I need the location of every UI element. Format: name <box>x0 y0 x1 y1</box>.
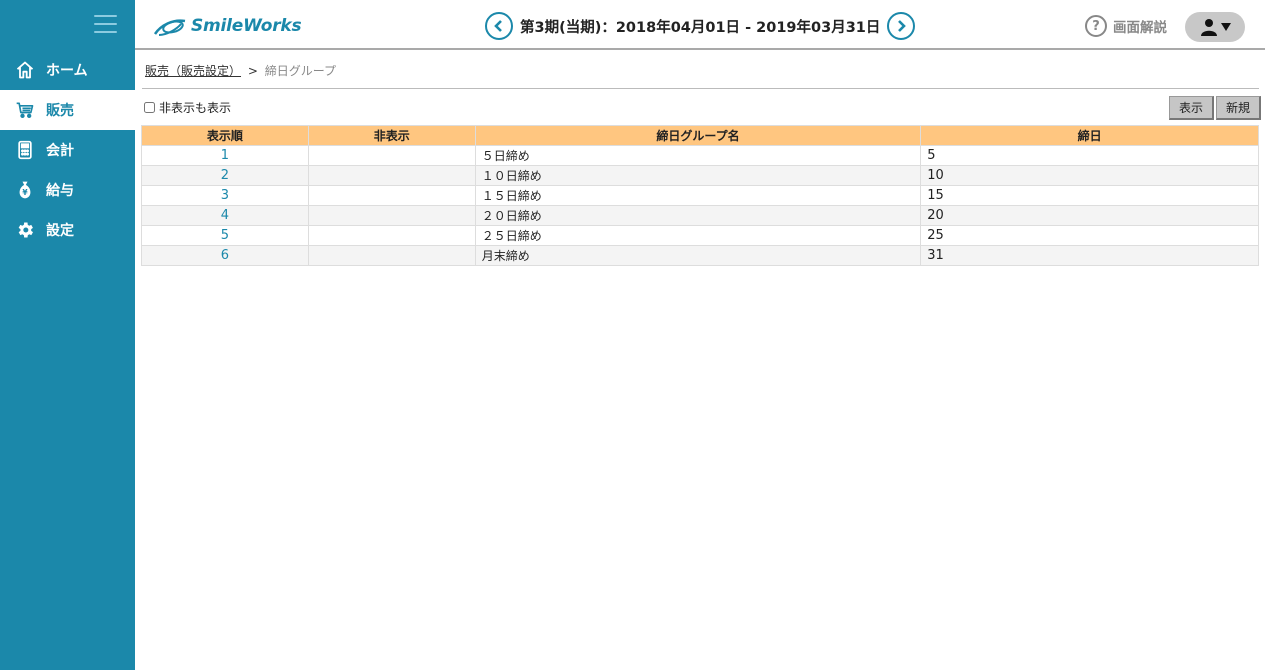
column-header-order[interactable]: 表示順 <box>141 125 309 146</box>
prev-period-button[interactable] <box>485 12 513 40</box>
row-closing-day: 10 <box>920 165 1259 186</box>
table-row[interactable]: 1 ５日締め 5 <box>141 145 1259 166</box>
column-header-group-name[interactable]: 締日グループ名 <box>474 125 922 146</box>
help-label: 画面解説 <box>1113 20 1167 36</box>
logo-swoosh-icon <box>153 19 186 36</box>
row-closing-day: 5 <box>920 145 1259 166</box>
logo[interactable]: SmileWorks <box>153 12 302 40</box>
sidebar: ホーム 販売 会計 ¥ 給与 設定 <box>0 0 135 670</box>
column-header-closing-day[interactable]: 締日 <box>920 125 1259 146</box>
main-content: 販売（販売設定） > 締日グループ 非表示も表示 表示 新規 表示順 非表示 締… <box>135 52 1265 670</box>
sidebar-item-payroll[interactable]: ¥ 給与 <box>0 170 135 210</box>
row-order-link[interactable]: 5 <box>141 225 309 246</box>
table-row[interactable]: 2 １０日締め 10 <box>141 165 1259 186</box>
row-hidden-cell <box>307 145 476 166</box>
calculator-icon <box>14 139 36 161</box>
table-row[interactable]: 5 ２５日締め 25 <box>141 225 1259 246</box>
help-button[interactable]: ? 画面解説 <box>1085 15 1167 37</box>
question-icon: ? <box>1085 15 1107 37</box>
menu-toggle-icon[interactable] <box>94 15 117 35</box>
row-order-link[interactable]: 6 <box>141 245 309 266</box>
user-menu-button[interactable] <box>1185 12 1245 42</box>
row-group-name: ５日締め <box>474 145 922 166</box>
row-order-link[interactable]: 1 <box>141 145 309 166</box>
row-order-link[interactable]: 4 <box>141 205 309 226</box>
row-order-link[interactable]: 2 <box>141 165 309 186</box>
sidebar-item-label: ホーム <box>46 63 88 79</box>
table-row[interactable]: 6 月末締め 31 <box>141 245 1259 266</box>
row-group-name: 月末締め <box>474 245 922 266</box>
sidebar-item-settings[interactable]: 設定 <box>0 210 135 250</box>
row-closing-day: 20 <box>920 205 1259 226</box>
action-buttons: 表示 新規 <box>1167 96 1261 120</box>
sidebar-item-sales[interactable]: 販売 <box>0 90 135 130</box>
period-label: 第3期(当期)：2018年04月01日 - 2019年03月31日 <box>520 19 881 36</box>
sidebar-item-home[interactable]: ホーム <box>0 50 135 90</box>
sidebar-item-label: 販売 <box>46 103 74 119</box>
table-row[interactable]: 3 １５日締め 15 <box>141 185 1259 206</box>
show-hidden-checkbox[interactable] <box>144 102 155 113</box>
breadcrumb-separator: > <box>247 64 258 78</box>
next-period-button[interactable] <box>887 12 916 40</box>
display-button[interactable]: 表示 <box>1168 96 1214 120</box>
row-hidden-cell <box>307 165 476 186</box>
show-hidden-label: 非表示も表示 <box>159 101 232 115</box>
sidebar-item-label: 設定 <box>46 223 74 239</box>
period-selector: 第3期(当期)：2018年04月01日 - 2019年03月31日 <box>485 12 916 40</box>
show-hidden-toggle: 非表示も表示 <box>144 99 231 116</box>
moneybag-icon: ¥ <box>14 179 36 201</box>
closing-group-table: 表示順 非表示 締日グループ名 締日 1 ５日締め 5 2 １０日締め 10 3… <box>141 125 1259 266</box>
table-row[interactable]: 4 ２０日締め 20 <box>141 205 1259 226</box>
logo-text: SmileWorks <box>191 16 302 36</box>
sidebar-item-label: 会計 <box>46 143 74 159</box>
row-order-link[interactable]: 3 <box>141 185 309 206</box>
row-closing-day: 15 <box>920 185 1259 206</box>
chevron-left-icon <box>494 20 502 32</box>
gear-icon <box>14 219 36 241</box>
user-icon <box>1200 19 1217 36</box>
row-group-name: ２０日締め <box>474 205 922 226</box>
row-group-name: ２５日締め <box>474 225 922 246</box>
cart-icon <box>14 99 36 121</box>
app-root: ホーム 販売 会計 ¥ 給与 設定 SmileWorks 第3期(当期)：201… <box>0 0 1265 670</box>
breadcrumb-parent-link[interactable]: 販売（販売設定） <box>145 64 241 78</box>
column-header-hidden[interactable]: 非表示 <box>307 125 476 146</box>
header: SmileWorks 第3期(当期)：2018年04月01日 - 2019年03… <box>135 0 1265 50</box>
new-button[interactable]: 新規 <box>1215 96 1261 120</box>
row-group-name: １５日締め <box>474 185 922 206</box>
breadcrumb: 販売（販売設定） > 締日グループ <box>145 62 336 79</box>
row-group-name: １０日締め <box>474 165 922 186</box>
row-closing-day: 31 <box>920 245 1259 266</box>
row-hidden-cell <box>307 245 476 266</box>
svg-text:¥: ¥ <box>22 188 28 197</box>
caret-down-icon <box>1220 23 1231 31</box>
row-hidden-cell <box>307 205 476 226</box>
divider <box>142 88 1259 89</box>
sidebar-nav: ホーム 販売 会計 ¥ 給与 設定 <box>0 50 135 250</box>
row-hidden-cell <box>307 185 476 206</box>
row-closing-day: 25 <box>920 225 1259 246</box>
home-icon <box>14 59 36 81</box>
breadcrumb-current: 締日グループ <box>264 64 337 78</box>
chevron-right-icon <box>898 20 907 32</box>
row-hidden-cell <box>307 225 476 246</box>
sidebar-item-accounting[interactable]: 会計 <box>0 130 135 170</box>
table-header-row: 表示順 非表示 締日グループ名 締日 <box>141 125 1259 146</box>
sidebar-item-label: 給与 <box>46 183 74 199</box>
